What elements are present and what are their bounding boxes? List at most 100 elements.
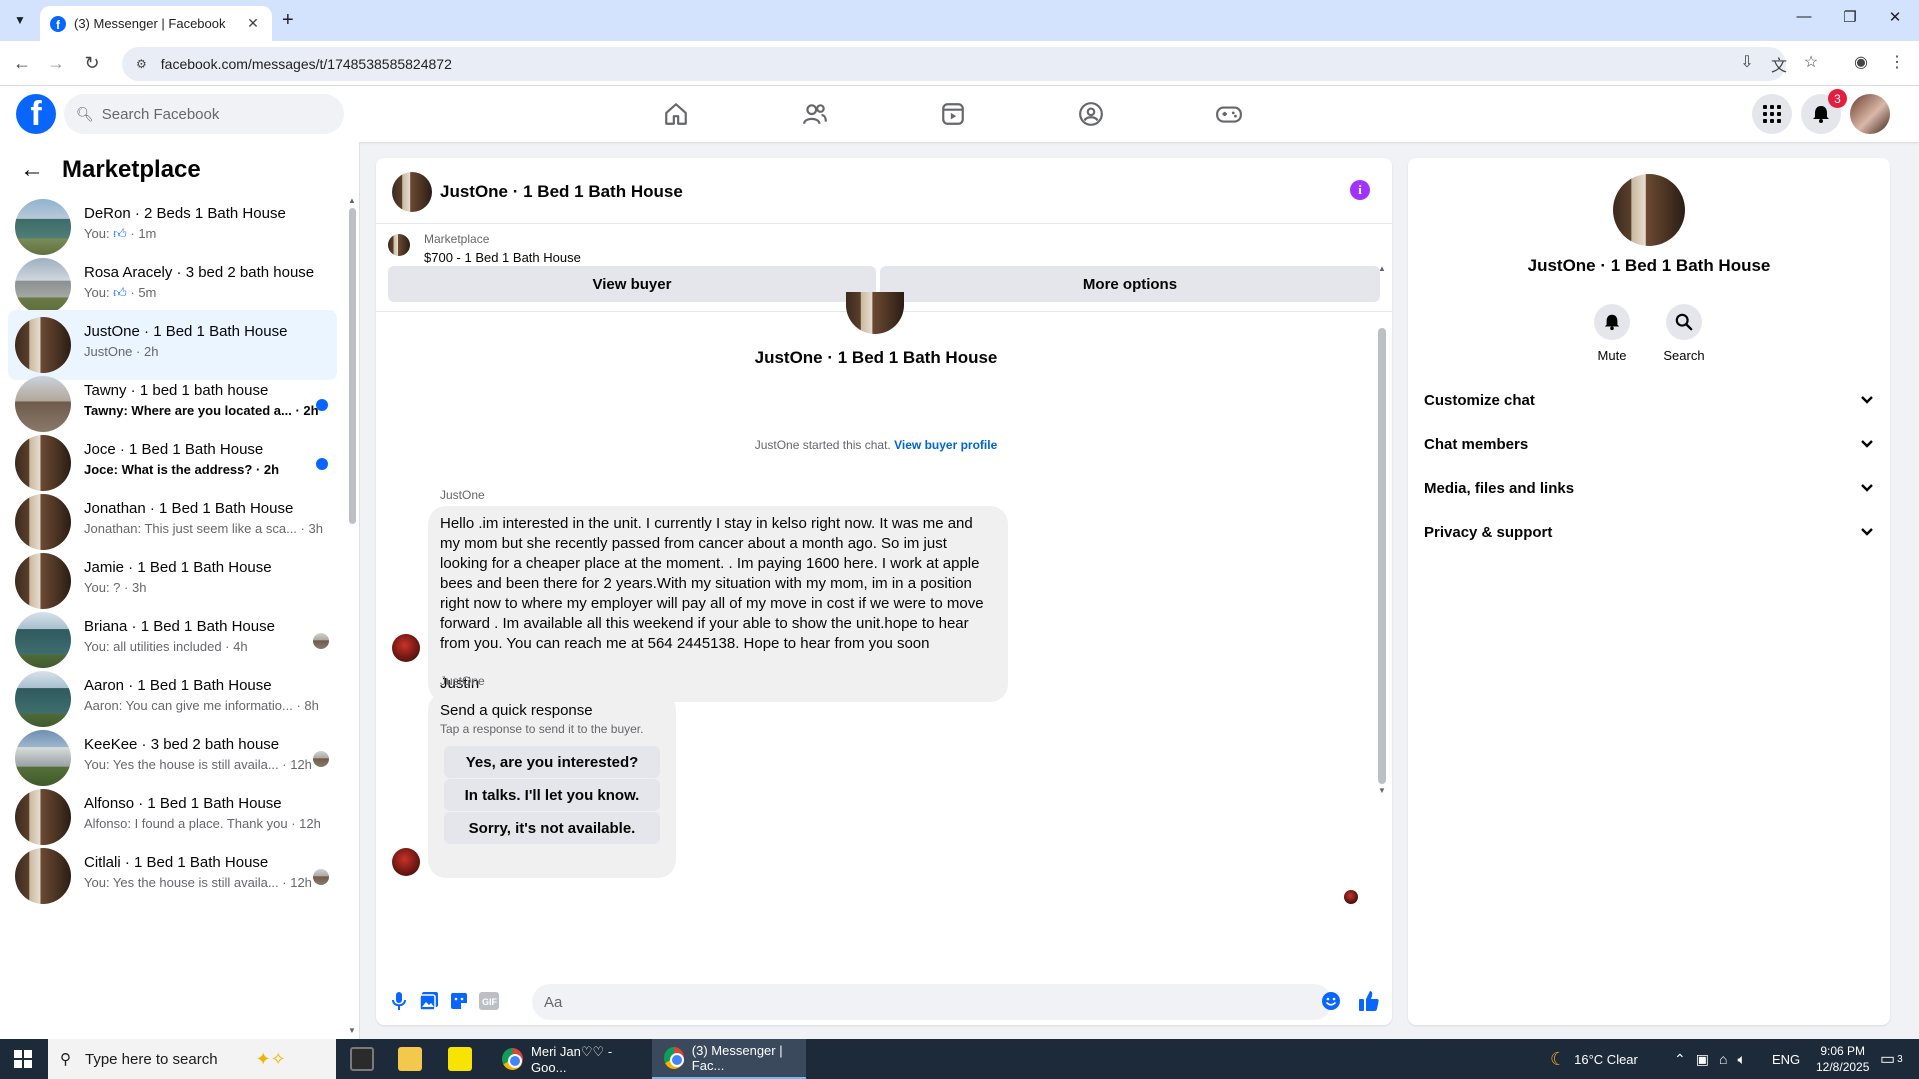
menu-icon[interactable]: ⋮ <box>1886 52 1908 72</box>
view-buyer-profile-link[interactable]: View buyer profile <box>894 438 997 452</box>
groups-icon[interactable] <box>1077 100 1105 128</box>
chat-scrollbar[interactable] <box>1378 328 1386 784</box>
conversation-preview: Joce: What is the address? <box>84 462 253 477</box>
chat-scroll-up-icon[interactable]: ▲ <box>1378 264 1386 273</box>
scroll-up-icon[interactable]: ▲ <box>348 196 356 205</box>
back-arrow-icon[interactable]: ← <box>20 156 44 184</box>
privacy-support-section[interactable]: Privacy & support <box>1424 514 1874 550</box>
tray-icons[interactable]: ⌃ ▣ ⌂ 🔈︎ <box>1674 1039 1746 1079</box>
more-options-button[interactable]: More options <box>880 266 1380 302</box>
chat-scroll-down-icon[interactable]: ▼ <box>1378 786 1386 795</box>
tab-close-icon[interactable]: ✕ <box>244 15 262 32</box>
taskbar-search-input[interactable]: ⚲ Type here to search ✦✧ <box>48 1039 336 1079</box>
photo-attach-icon[interactable] <box>418 990 440 1012</box>
chat-started-notice: JustOne started this chat. View buyer pr… <box>376 438 1376 452</box>
tab-search-icon[interactable]: ▼ <box>8 8 32 32</box>
sticky-notes-icon[interactable] <box>448 1047 472 1071</box>
conversation-preview: You: Yes the house is still availa... <box>84 757 279 772</box>
scrollbar[interactable] <box>349 208 356 524</box>
browser-tab-bar: ▼ f (3) Messenger | Facebook ✕ + — ❐ ✕ <box>0 0 1919 41</box>
chevron-up-icon[interactable]: ⌃ <box>1674 1051 1686 1068</box>
conversation-preview: You: ? <box>84 580 121 595</box>
listing-thumbnail[interactable] <box>388 234 410 256</box>
install-app-icon[interactable]: ⇩ <box>1736 52 1758 72</box>
video-icon[interactable] <box>939 100 967 128</box>
emoji-icon[interactable] <box>1320 990 1342 1012</box>
weather-widget[interactable]: ☾ 16°C Clear <box>1550 1039 1638 1079</box>
browser-tab[interactable]: f (3) Messenger | Facebook ✕ <box>40 6 272 41</box>
restore-icon[interactable]: ❐ <box>1840 8 1860 26</box>
conversation-title: Tawny · 1 bed 1 bath house <box>84 382 269 399</box>
gaming-icon[interactable] <box>1215 100 1243 128</box>
intro-title: JustOne · 1 Bed 1 Bath House <box>754 348 998 367</box>
quick-reply-in-talks-button[interactable]: In talks. I'll let you know. <box>444 779 660 811</box>
bookmark-star-icon[interactable]: ☆ <box>1800 52 1822 72</box>
facebook-logo-icon[interactable]: f <box>16 94 56 134</box>
info-icon[interactable]: i <box>1350 180 1370 200</box>
conversation-time: 8h <box>304 698 319 713</box>
chat-avatar[interactable] <box>392 172 432 212</box>
listing-price-title[interactable]: $700 - 1 Bed 1 Bath House <box>424 250 581 265</box>
message-sender-name: JustOne <box>440 488 485 502</box>
friends-icon[interactable] <box>801 100 829 128</box>
message-input-placeholder: Aa <box>544 993 563 1011</box>
search-in-conversation-button[interactable]: Search <box>1654 304 1714 363</box>
conversation-info-panel: JustOne · 1 Bed 1 Bath House Mute Search… <box>1408 158 1890 1025</box>
intro-avatar <box>846 292 904 334</box>
mute-label: Mute <box>1597 348 1627 363</box>
quick-reply-yes-button[interactable]: Yes, are you interested? <box>444 746 660 778</box>
chat-members-section[interactable]: Chat members <box>1424 426 1874 462</box>
taskbar-chrome-window-1[interactable]: Meri Jan♡♡ - Goo... <box>490 1039 646 1079</box>
network-icon[interactable]: ⌂ <box>1719 1051 1727 1067</box>
account-avatar[interactable] <box>1850 94 1890 134</box>
chat-title[interactable]: JustOne · 1 Bed 1 Bath House <box>440 182 683 202</box>
chat-header: JustOne · 1 Bed 1 Bath House i <box>376 158 1392 224</box>
like-thumb-icon[interactable] <box>1358 990 1380 1012</box>
marketplace-inbox-panel: ← Marketplace DeRon · 2 Beds 1 Bath Hous… <box>0 142 360 1039</box>
facebook-search-input[interactable]: 🔍︎ Search Facebook <box>64 94 344 134</box>
address-bar[interactable]: ⚙ facebook.com/messages/t/17485385858248… <box>122 47 1786 81</box>
conversation-thumbnail <box>15 435 71 491</box>
home-icon[interactable] <box>662 100 690 128</box>
sticker-icon[interactable] <box>448 990 470 1012</box>
quick-sender-name: JustOne <box>440 674 485 688</box>
microphone-icon[interactable] <box>388 990 410 1012</box>
back-icon[interactable]: ← <box>10 51 34 75</box>
conversation-preview: Jonathan: This just seem like a sca... <box>84 521 297 536</box>
menu-grid-button[interactable] <box>1752 94 1792 134</box>
windows-taskbar: ⚲ Type here to search ✦✧ Meri Jan♡♡ - Go… <box>0 1039 1919 1079</box>
seen-indicator-avatar <box>1344 890 1358 904</box>
gif-icon[interactable]: GIF <box>478 990 500 1012</box>
conversation-preview-line: You: 👍︎ · 1m <box>84 226 156 242</box>
message-input[interactable]: Aa <box>532 984 1332 1020</box>
task-view-icon[interactable] <box>350 1047 374 1071</box>
conversation-avatar[interactable] <box>1613 174 1685 246</box>
profile-icon[interactable]: ◉ <box>1850 52 1872 72</box>
forward-icon[interactable]: → <box>44 51 68 75</box>
view-buyer-button[interactable]: View buyer <box>388 266 876 302</box>
new-tab-icon[interactable]: + <box>282 9 294 32</box>
conversation-item[interactable]: Citlali · 1 Bed 1 Bath House You: Yes the… <box>8 841 337 911</box>
camera-icon[interactable]: ▣ <box>1696 1051 1709 1068</box>
site-info-icon[interactable]: ⚙ <box>136 57 147 71</box>
reload-icon[interactable]: ↻ <box>80 51 104 75</box>
translate-icon[interactable]: 文 <box>1768 52 1790 76</box>
volume-icon[interactable]: 🔈︎ <box>1737 1051 1745 1068</box>
windows-start-icon[interactable] <box>14 1050 32 1068</box>
conversation-title: Joce · 1 Bed 1 Bath House <box>84 441 264 458</box>
notification-center-icon[interactable]: ▭ 3 <box>1880 1039 1903 1079</box>
minimize-icon[interactable]: — <box>1794 8 1814 25</box>
buyer-avatar[interactable] <box>392 634 420 662</box>
taskbar-chrome-window-2[interactable]: (3) Messenger | Fac... <box>652 1039 806 1079</box>
mute-button[interactable]: Mute <box>1582 304 1642 363</box>
media-files-links-section[interactable]: Media, files and links <box>1424 470 1874 506</box>
clock[interactable]: 9:06 PM 12/8/2025 <box>1816 1039 1869 1079</box>
language-indicator[interactable]: ENG <box>1772 1039 1800 1079</box>
file-explorer-icon[interactable] <box>398 1047 422 1071</box>
quick-reply-not-available-button[interactable]: Sorry, it's not available. <box>444 812 660 844</box>
quick-response-title: Send a quick response <box>440 702 593 719</box>
scroll-down-icon[interactable]: ▼ <box>348 1026 356 1035</box>
customize-chat-section[interactable]: Customize chat <box>1424 382 1874 418</box>
buyer-avatar-quick[interactable] <box>392 848 420 876</box>
close-window-icon[interactable]: ✕ <box>1885 8 1905 26</box>
